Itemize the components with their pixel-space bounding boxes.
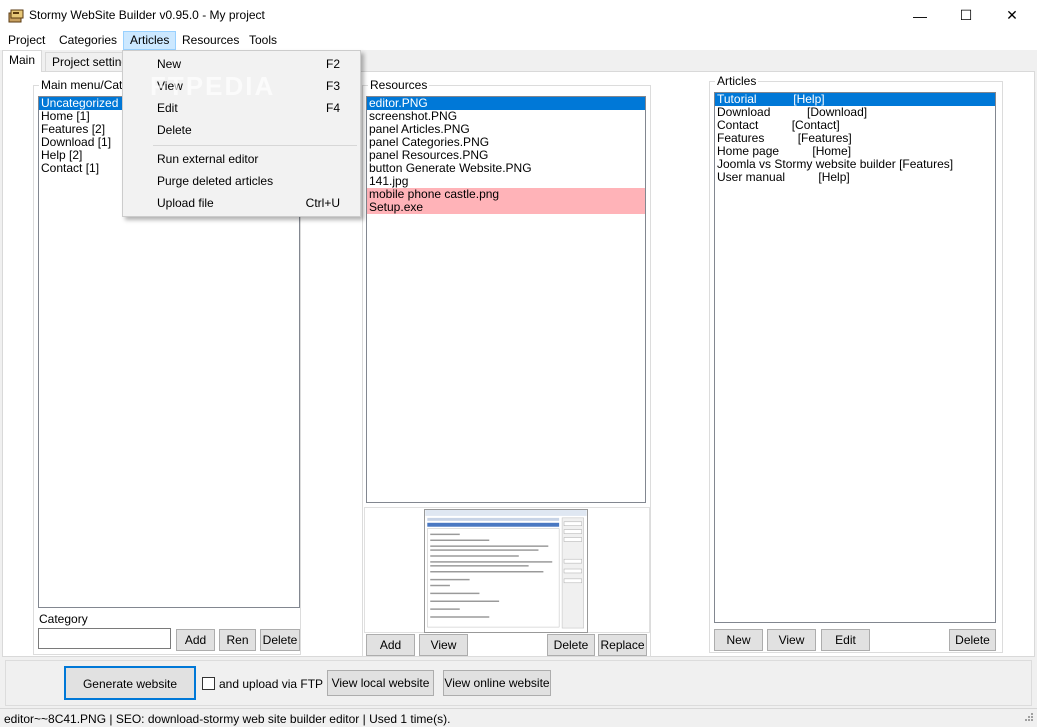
resources-list[interactable]: editor.PNG screenshot.PNG panel Articles…	[366, 96, 646, 503]
upload-ftp-label: and upload via FTP	[219, 677, 324, 691]
maximize-button[interactable]: ☐	[943, 0, 989, 31]
menu-item-shortcut: F2	[325, 57, 340, 71]
menu-bar: Project Categories Articles Resources To…	[0, 31, 1037, 50]
menu-item-label: Purge deleted articles	[157, 174, 274, 188]
resize-grip-icon[interactable]	[1022, 712, 1034, 724]
resource-preview-image	[424, 509, 588, 633]
articles-list[interactable]: Tutorial [Help] Download [Download] Cont…	[714, 92, 996, 623]
view-resource-button[interactable]: View	[419, 634, 468, 656]
watermark-logo: FTPEDIA	[150, 71, 276, 101]
title-bar: Stormy WebSite Builder v0.95.0 - My proj…	[0, 0, 1037, 31]
app-icon	[8, 9, 24, 23]
menu-item-upload-file[interactable]: Upload file Ctrl+U	[123, 192, 360, 214]
menu-item-shortcut: Ctrl+U	[305, 196, 340, 210]
articles-group-label: Articles	[715, 74, 759, 88]
close-button[interactable]: ✕	[989, 0, 1035, 31]
generate-website-button[interactable]: Generate website	[64, 666, 196, 700]
menu-tools[interactable]: Tools	[243, 31, 283, 50]
menu-categories[interactable]: Categories	[53, 31, 123, 50]
menu-item-shortcut: F3	[325, 79, 340, 93]
resources-group-label: Resources	[368, 78, 430, 92]
menu-item-label: Delete	[157, 123, 192, 137]
replace-resource-button[interactable]: Replace	[598, 634, 647, 656]
list-item[interactable]: User manual [Help]	[715, 171, 995, 184]
add-resource-button[interactable]: Add	[366, 634, 415, 656]
delete-category-button[interactable]: Delete	[260, 629, 300, 651]
rename-category-button[interactable]: Ren	[219, 629, 256, 651]
add-category-button[interactable]: Add	[176, 629, 215, 651]
menu-separator	[153, 145, 357, 146]
menu-resources[interactable]: Resources	[176, 31, 245, 50]
menu-item-delete[interactable]: Delete	[123, 119, 360, 141]
status-bar: editor~~8C41.PNG | SEO: download-stormy …	[0, 708, 1037, 727]
menu-item-purge-deleted-articles[interactable]: Purge deleted articles	[123, 170, 360, 192]
status-text: editor~~8C41.PNG | SEO: download-stormy …	[4, 712, 451, 726]
menu-item-label: Run external editor	[157, 152, 259, 166]
menu-item-shortcut: F4	[325, 101, 340, 115]
menu-project[interactable]: Project	[2, 31, 51, 50]
view-local-website-button[interactable]: View local website	[327, 670, 434, 696]
view-article-button[interactable]: View	[767, 629, 816, 651]
menu-item-label: Upload file	[157, 196, 214, 210]
list-item[interactable]: Setup.exe	[367, 201, 645, 214]
menu-item-run-external-editor[interactable]: Run external editor	[123, 148, 360, 170]
edit-article-button[interactable]: Edit	[821, 629, 870, 651]
delete-article-button[interactable]: Delete	[949, 629, 996, 651]
upload-ftp-checkbox[interactable]	[202, 677, 215, 690]
minimize-button[interactable]: —	[897, 0, 943, 31]
window-title: Stormy WebSite Builder v0.95.0 - My proj…	[29, 8, 265, 22]
tab-main[interactable]: Main	[2, 50, 43, 72]
delete-resource-button[interactable]: Delete	[547, 634, 595, 656]
category-input[interactable]	[38, 628, 171, 649]
category-field-label: Category	[39, 612, 88, 626]
new-article-button[interactable]: New	[714, 629, 763, 651]
list-item[interactable]: button Generate Website.PNG	[367, 162, 645, 175]
view-online-website-button[interactable]: View online website	[443, 670, 551, 696]
menu-articles[interactable]: Articles	[123, 31, 177, 50]
